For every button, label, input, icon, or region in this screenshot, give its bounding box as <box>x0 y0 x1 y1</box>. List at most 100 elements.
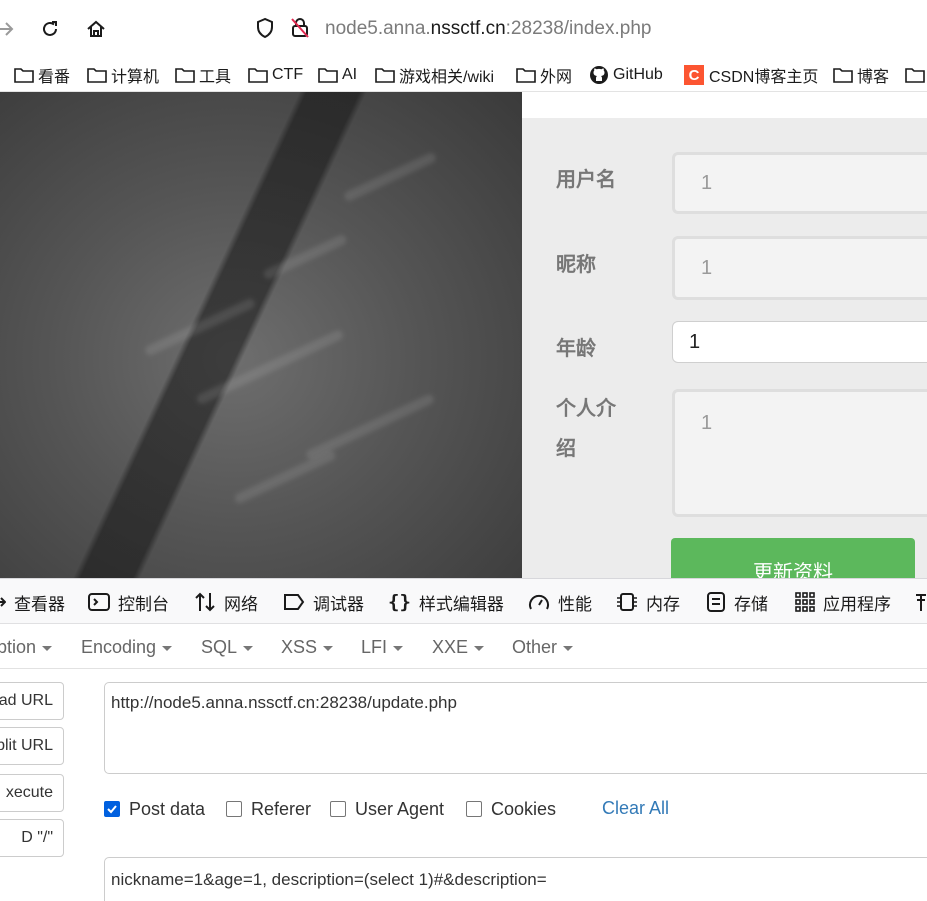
hackbar-url-textarea[interactable]: http://node5.anna.nssctf.cn:28238/update… <box>104 682 927 774</box>
referer-option[interactable]: Referer <box>226 798 311 820</box>
menu-lfi[interactable]: LFI <box>361 637 404 658</box>
shield-icon <box>257 17 273 39</box>
folder-icon <box>175 68 195 83</box>
tab-network[interactable]: 网络 <box>194 589 258 615</box>
option-label: Referer <box>251 798 312 819</box>
folder-icon <box>318 68 338 83</box>
bookmark-label: CSDN博客主页 <box>709 69 819 86</box>
menu-other[interactable]: Other <box>512 637 574 658</box>
age-input[interactable]: 1 <box>672 321 927 363</box>
forward-button[interactable] <box>0 14 20 44</box>
url-suffix: :28238/index.php <box>505 18 652 39</box>
bookmark-label: 计算机 <box>111 69 160 86</box>
bookmark-item-github[interactable]: GitHub <box>589 62 663 88</box>
bookmark-item[interactable]: 工具 <box>175 62 231 88</box>
tab-console[interactable]: 控制台 <box>88 589 169 615</box>
username-field[interactable]: 1 <box>672 152 927 214</box>
url-prefix: node5.anna. <box>325 18 431 39</box>
bookmark-overflow-folder[interactable] <box>905 62 927 88</box>
tab-storage[interactable]: 存储 <box>706 589 768 615</box>
bookmark-label: 外网 <box>540 69 573 86</box>
devtools-tabbar: 查看器 控制台 网络 调试器 {} 样式编辑器 性能 内存 存储 应用程序 <box>0 578 927 624</box>
bookmark-item[interactable]: 游戏相关/wiki <box>375 62 494 88</box>
bookmark-item[interactable]: 看番 <box>14 62 70 88</box>
home-button[interactable] <box>82 14 110 44</box>
caret-down-icon <box>393 645 404 651</box>
referer-checkbox[interactable] <box>226 801 242 817</box>
reload-button[interactable] <box>36 14 64 44</box>
user-agent-checkbox[interactable] <box>330 801 346 817</box>
post-data-textarea[interactable]: nickname=1&age=1, description=(select 1)… <box>104 857 927 901</box>
age-label: 年龄 <box>556 338 596 360</box>
bookmark-item[interactable]: 外网 <box>516 62 572 88</box>
tab-performance[interactable]: 性能 <box>528 589 592 615</box>
reload-icon <box>43 21 57 36</box>
update-profile-button[interactable]: 更新资料 <box>671 538 915 578</box>
tab-application[interactable]: 应用程序 <box>795 589 891 615</box>
post-data-option[interactable]: Post data <box>104 798 205 820</box>
menu-label: XXE <box>432 637 469 657</box>
menu-xss[interactable]: XSS <box>281 637 334 658</box>
browser-toolbar: node5.anna.nssctf.cn:28238/index.php <box>0 0 927 58</box>
menu-label: SQL <box>201 637 238 657</box>
tab-memory[interactable]: 内存 <box>616 589 680 615</box>
background-image <box>0 92 522 578</box>
bookmark-item[interactable]: 计算机 <box>87 62 159 88</box>
bio-label: 个人介 绍 <box>556 389 616 469</box>
console-icon <box>88 593 110 611</box>
caret-down-icon <box>162 645 173 651</box>
cookies-checkbox[interactable] <box>466 801 482 817</box>
bookmark-label: AI <box>342 66 358 83</box>
menu-encoding[interactable]: Encoding <box>81 637 173 658</box>
folder-icon <box>87 68 107 83</box>
tab-label: 调试器 <box>313 594 364 614</box>
user-agent-option[interactable]: User Agent <box>330 798 444 820</box>
post-data-checkbox[interactable] <box>104 801 120 817</box>
debugger-icon <box>284 594 305 610</box>
folder-icon <box>248 68 268 83</box>
post-data-value: nickname=1&age=1, description=(select 1)… <box>111 870 547 889</box>
menu-label: Encoding <box>81 637 157 657</box>
bookmark-item[interactable]: 博客 <box>833 62 889 88</box>
menu-xxe[interactable]: XXE <box>432 637 485 658</box>
nickname-field[interactable]: 1 <box>672 236 927 300</box>
tab-style-editor[interactable]: {} 样式编辑器 <box>388 589 504 615</box>
tab-inspector[interactable]: 查看器 <box>0 589 65 615</box>
bio-label-line1: 个人介 <box>556 398 616 420</box>
performance-icon <box>529 594 549 610</box>
hackbar-menu: ption Encoding SQL XSS LFI XXE Other <box>0 625 927 669</box>
bookmark-item[interactable]: CTF <box>248 62 303 88</box>
tab-label: 查看器 <box>14 594 65 614</box>
network-icon <box>195 592 215 612</box>
split-url-button[interactable]: plit URL <box>0 727 64 765</box>
checkmark-icon <box>107 805 117 814</box>
tab-label: 应用程序 <box>823 594 891 614</box>
folder-icon <box>14 68 34 83</box>
web-page: 用户名 1 昵称 1 年龄 1 个人介 绍 1 更新资料 <box>0 92 927 578</box>
caret-down-icon <box>243 645 254 651</box>
menu-encryption[interactable]: ption <box>0 637 53 658</box>
tab-debugger[interactable]: 调试器 <box>283 589 364 615</box>
execute-button[interactable]: xecute <box>0 774 64 812</box>
menu-sql[interactable]: SQL <box>201 637 254 658</box>
tab-label: 内存 <box>646 594 680 614</box>
username-label: 用户名 <box>556 169 616 191</box>
csdn-icon: C <box>684 65 704 85</box>
clear-all-link[interactable]: Clear All <box>602 798 669 819</box>
bookmark-item-csdn[interactable]: C CSDN博客主页 <box>684 62 818 88</box>
bookmark-label: 工具 <box>199 69 232 86</box>
bookmark-item[interactable]: AI <box>318 62 357 88</box>
storage-icon <box>707 592 725 612</box>
option-label: User Agent <box>355 798 445 819</box>
tab-label: 性能 <box>558 594 592 614</box>
url-text[interactable]: node5.anna.nssctf.cn:28238/index.php <box>325 18 651 40</box>
bio-textarea[interactable]: 1 <box>672 389 927 517</box>
nickname-value: 1 <box>701 256 713 279</box>
tab-overflow[interactable] <box>914 589 927 615</box>
tab-label: 控制台 <box>118 594 169 614</box>
age-value: 1 <box>689 330 701 353</box>
cookies-option[interactable]: Cookies <box>466 798 556 820</box>
load-url-button[interactable]: ad URL <box>0 682 64 720</box>
style-editor-icon: {} <box>388 591 411 613</box>
add-slash-button[interactable]: D "/" <box>0 819 64 857</box>
